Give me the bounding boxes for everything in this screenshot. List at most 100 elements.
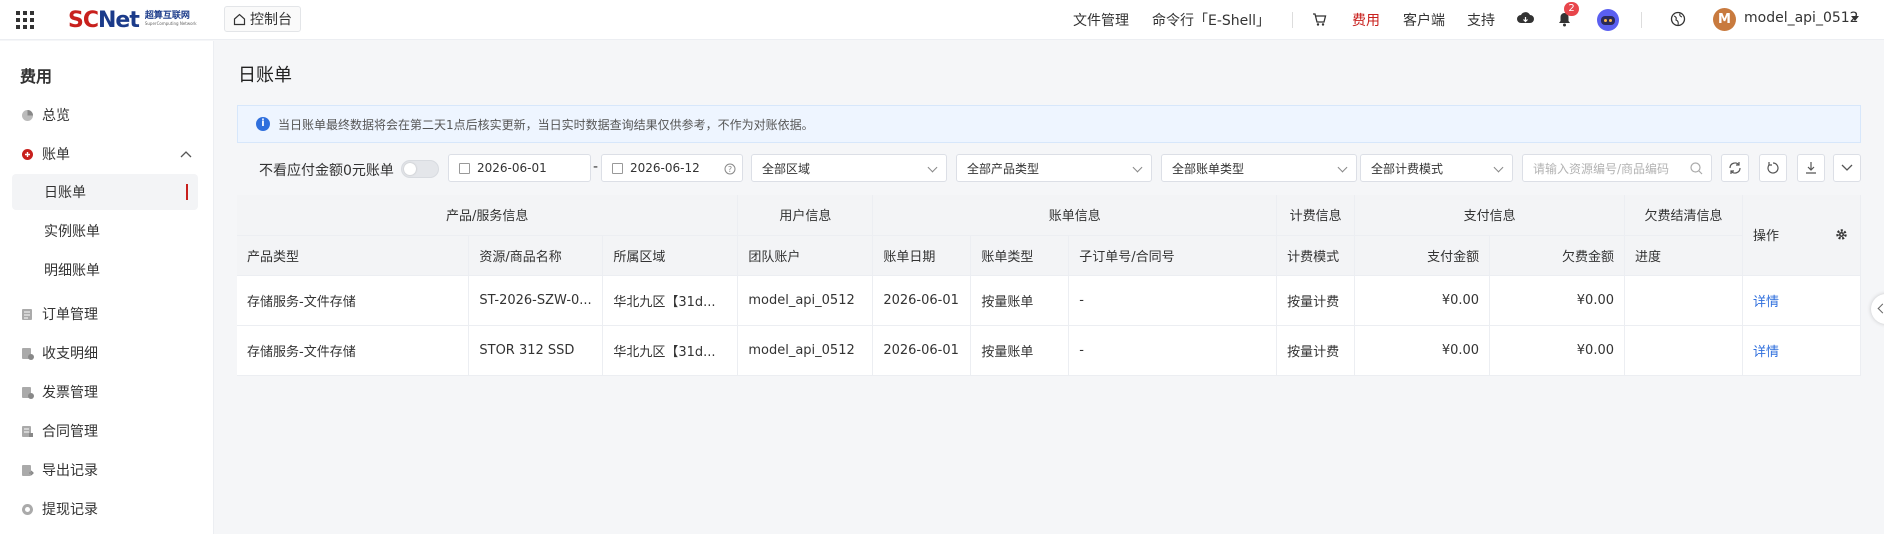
column-actions: 操作 (1742, 195, 1862, 276)
cell-product-type: 存储服务-文件存储 (237, 325, 470, 376)
sidebar-item-label: 收支明细 (42, 346, 98, 362)
nav-file-manager[interactable]: 文件管理 (1073, 10, 1129, 30)
sidebar-item-label: 合同管理 (42, 424, 98, 440)
details-link[interactable]: 详情 (1753, 345, 1779, 360)
contract-icon (20, 424, 34, 438)
sidebar-sub-daily-bill[interactable]: 日账单 (12, 174, 198, 210)
nav-client[interactable]: 客户端 (1403, 10, 1445, 30)
sidebar-sub-detail-bill[interactable]: 明细账单 (12, 252, 198, 288)
sidebar-item-label: 提现记录 (42, 502, 98, 518)
bill-icon (20, 147, 34, 161)
calendar-icon (612, 162, 623, 174)
group-payment: 支付信息 (1354, 195, 1625, 236)
table-row: 存储服务-文件存储 STOR 312 SSD 华北九区【31d... model… (237, 325, 1862, 376)
nav-eshell[interactable]: 命令行「E-Shell」 (1152, 10, 1270, 30)
nav-billing[interactable]: 费用 (1352, 10, 1380, 30)
pie-chart-icon (20, 108, 34, 122)
assistant-robot-icon[interactable] (1596, 8, 1620, 32)
sidebar-item-export[interactable]: 导出记录 (20, 460, 98, 480)
cell-progress (1624, 275, 1743, 326)
sidebar-item-bills[interactable]: 账单 (20, 144, 192, 164)
cell-region: 华北九区【31d... (602, 325, 739, 376)
date-start-input[interactable]: 2026-06-01 (448, 154, 591, 182)
username[interactable]: model_api_0512 (1744, 10, 1859, 26)
cloud-download-icon[interactable] (1517, 11, 1534, 26)
sidebar-item-invoice[interactable]: 发票管理 (20, 382, 98, 402)
sidebar-item-withdraw[interactable]: 提现记录 (20, 499, 98, 519)
chevron-down-icon (1337, 162, 1348, 173)
download-button[interactable] (1797, 154, 1825, 182)
logo[interactable]: SCNet 超算互联网 SuperComputing Network (68, 6, 197, 34)
cart-icon[interactable] (1312, 12, 1327, 27)
table-row: 存储服务-文件存储 ST-2026-SZW-0... 华北九区【31d... m… (237, 275, 1862, 326)
logo-text-red: SC (68, 7, 99, 33)
group-product: 产品/服务信息 (237, 195, 739, 236)
withdraw-icon (20, 502, 34, 516)
sidebar-sub-instance-bill[interactable]: 实例账单 (12, 213, 198, 249)
col-bill-type: 账单类型 (970, 235, 1070, 276)
cell-sub-order: - (1068, 325, 1278, 376)
order-icon (20, 307, 34, 321)
console-button[interactable]: 控制台 (224, 6, 301, 32)
sidebar-item-overview[interactable]: 总览 (20, 105, 70, 125)
cell-resource-name: ST-2026-SZW-0... (468, 275, 604, 326)
cell-paid-amount: ¥0.00 (1354, 275, 1491, 326)
search-input[interactable]: 请输入资源编号/商品编码 (1522, 154, 1712, 182)
region-select-value: 全部区域 (762, 161, 811, 176)
group-user: 用户信息 (737, 195, 874, 236)
expand-filters-button[interactable] (1833, 154, 1861, 182)
cell-bill-date: 2026-06-01 (872, 325, 972, 376)
cell-progress (1624, 325, 1743, 376)
chevron-down-icon (1841, 164, 1853, 171)
region-select[interactable]: 全部区域 (751, 154, 947, 182)
logo-cn: 超算互联网 (144, 11, 190, 21)
bill-type-select[interactable]: 全部账单类型 (1161, 154, 1357, 182)
export-icon (20, 463, 34, 477)
top-bar: SCNet 超算互联网 SuperComputing Network 控制台 文… (0, 0, 1884, 40)
reset-button[interactable] (1759, 154, 1787, 182)
avatar[interactable]: M (1713, 8, 1736, 31)
filter-bar: 不看应付金额0元账单 2026-06-01 - 2026-06-12 ? 全部区… (215, 153, 1884, 183)
reset-icon (1767, 162, 1779, 174)
billing-mode-select[interactable]: 全部计费模式 (1360, 154, 1513, 182)
invoice-icon (20, 385, 34, 399)
chevron-down-icon[interactable] (1851, 16, 1859, 22)
cell-team-account: model_api_0512 (737, 275, 874, 326)
date-end-input[interactable]: 2026-06-12 ? (601, 154, 743, 182)
gear-icon[interactable] (1835, 228, 1848, 241)
sidebar-item-ledger[interactable]: 收支明细 (20, 343, 98, 363)
product-type-select[interactable]: 全部产品类型 (956, 154, 1152, 182)
help-circle-icon[interactable]: ? (724, 163, 736, 175)
cell-paid-amount: ¥0.00 (1354, 325, 1491, 376)
search-placeholder: 请输入资源编号/商品编码 (1533, 161, 1670, 176)
sync-button[interactable] (1721, 154, 1749, 182)
zero-bill-toggle[interactable] (401, 160, 439, 178)
cell-region: 华北九区【31d... (602, 275, 739, 326)
cell-sub-order: - (1068, 275, 1278, 326)
info-icon: i (256, 117, 270, 131)
notice-text: 当日账单最终数据将会在第二天1点后核实更新，当日实时数据查询结果仅供参考，不作为… (278, 117, 814, 132)
chevron-up-icon (180, 151, 192, 158)
globe-icon[interactable] (1670, 11, 1686, 27)
logo-text-blue: Net (98, 7, 140, 33)
home-icon (233, 13, 246, 25)
bill-type-select-value: 全部账单类型 (1172, 161, 1245, 176)
table-column-header: 产品类型 资源/商品名称 所属区域 团队账户 账单日期 账单类型 子订单号/合同… (237, 235, 1861, 276)
cell-bill-type: 按量账单 (970, 275, 1070, 326)
ledger-icon (20, 346, 34, 360)
sidebar-item-orders[interactable]: 订单管理 (20, 304, 98, 324)
sidebar-item-contract[interactable]: 合同管理 (20, 421, 98, 441)
col-product-type: 产品类型 (237, 235, 470, 276)
cell-bill-type: 按量账单 (970, 325, 1070, 376)
sidebar-item-label: 导出记录 (42, 463, 98, 479)
product-type-select-value: 全部产品类型 (967, 161, 1040, 176)
apps-grid-icon[interactable] (16, 11, 34, 29)
details-link[interactable]: 详情 (1753, 295, 1779, 310)
date-start-value: 2026-06-01 (477, 161, 547, 175)
logo-en: SuperComputing Network (144, 21, 197, 26)
chevron-down-icon (1493, 162, 1504, 173)
nav-support[interactable]: 支持 (1467, 10, 1495, 30)
table-group-header: 产品/服务信息 用户信息 账单信息 计费信息 支付信息 欠费结清信息 操作 (237, 195, 1862, 276)
search-icon[interactable] (1690, 162, 1703, 175)
col-bill-date: 账单日期 (872, 235, 972, 276)
